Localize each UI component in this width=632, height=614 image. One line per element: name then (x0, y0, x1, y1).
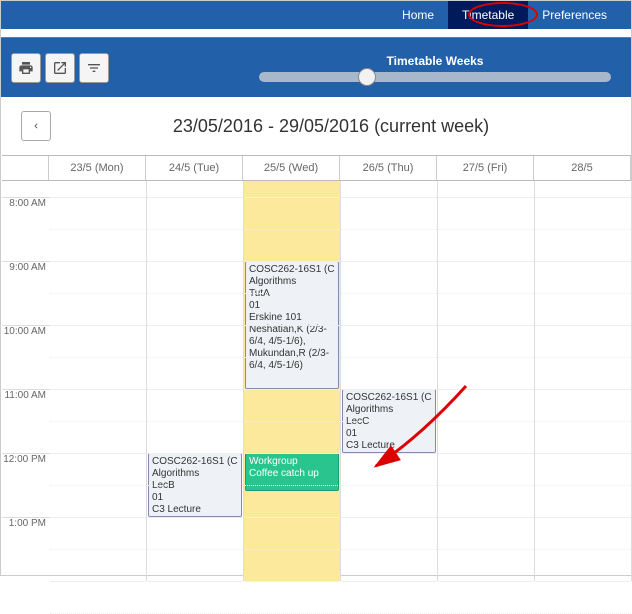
nav-home[interactable]: Home (388, 1, 448, 29)
day-col-mon (50, 181, 147, 581)
day-col-wed: COSC262-16S1 (C Algorithms TutA 01 Erski… (244, 181, 341, 581)
time-label: 12:00 PM (2, 453, 50, 517)
day-header-wed[interactable]: 25/5 (Wed) (243, 156, 340, 180)
print-button[interactable] (11, 53, 41, 83)
time-label: 1:00 PM (2, 517, 50, 581)
day-header-tue[interactable]: 24/5 (Tue) (146, 156, 243, 180)
day-col-tue: COSC262-16S1 (C Algorithms LecB 01 C3 Le… (147, 181, 244, 581)
nav-preferences[interactable]: Preferences (528, 1, 621, 29)
export-icon (52, 60, 68, 76)
grid-body: 8:00 AM 9:00 AM 10:00 AM 11:00 AM 12:00 … (2, 181, 631, 581)
day-header-thu[interactable]: 26/5 (Thu) (340, 156, 437, 180)
day-col-thu: COSC262-16S1 (C Algorithms LecC 01 C3 Le… (341, 181, 438, 581)
prev-week-button[interactable] (21, 111, 51, 141)
time-label: 9:00 AM (2, 261, 50, 325)
top-nav: Home Timetable Preferences (1, 1, 631, 29)
day-header-fri[interactable]: 27/5 (Fri) (437, 156, 534, 180)
toolbar: Timetable Weeks (1, 37, 631, 97)
time-label: 11:00 AM (2, 389, 50, 453)
nav-timetable[interactable]: Timetable (448, 1, 528, 29)
time-label: 8:00 AM (2, 197, 50, 261)
timetable-grid: 23/5 (Mon) 24/5 (Tue) 25/5 (Wed) 26/5 (T… (2, 155, 631, 581)
slider-thumb[interactable] (358, 68, 376, 86)
date-header: 23/05/2016 - 29/05/2016 (current week) (1, 97, 631, 155)
weeks-slider[interactable] (259, 72, 611, 82)
chevron-left-icon (31, 121, 41, 131)
day-col-fri (438, 181, 535, 581)
print-icon (18, 60, 34, 76)
day-col-sat (535, 181, 632, 581)
filter-icon (86, 60, 102, 76)
time-label: 10:00 AM (2, 325, 50, 389)
export-button[interactable] (45, 53, 75, 83)
slider-label: Timetable Weeks (249, 54, 621, 68)
grid-header: 23/5 (Mon) 24/5 (Tue) 25/5 (Wed) 26/5 (T… (2, 155, 631, 181)
day-header-mon[interactable]: 23/5 (Mon) (49, 156, 146, 180)
time-column: 8:00 AM 9:00 AM 10:00 AM 11:00 AM 12:00 … (2, 181, 50, 581)
date-range-title: 23/05/2016 - 29/05/2016 (current week) (51, 116, 611, 137)
day-header-sat[interactable]: 28/5 (534, 156, 631, 180)
filter-button[interactable] (79, 53, 109, 83)
